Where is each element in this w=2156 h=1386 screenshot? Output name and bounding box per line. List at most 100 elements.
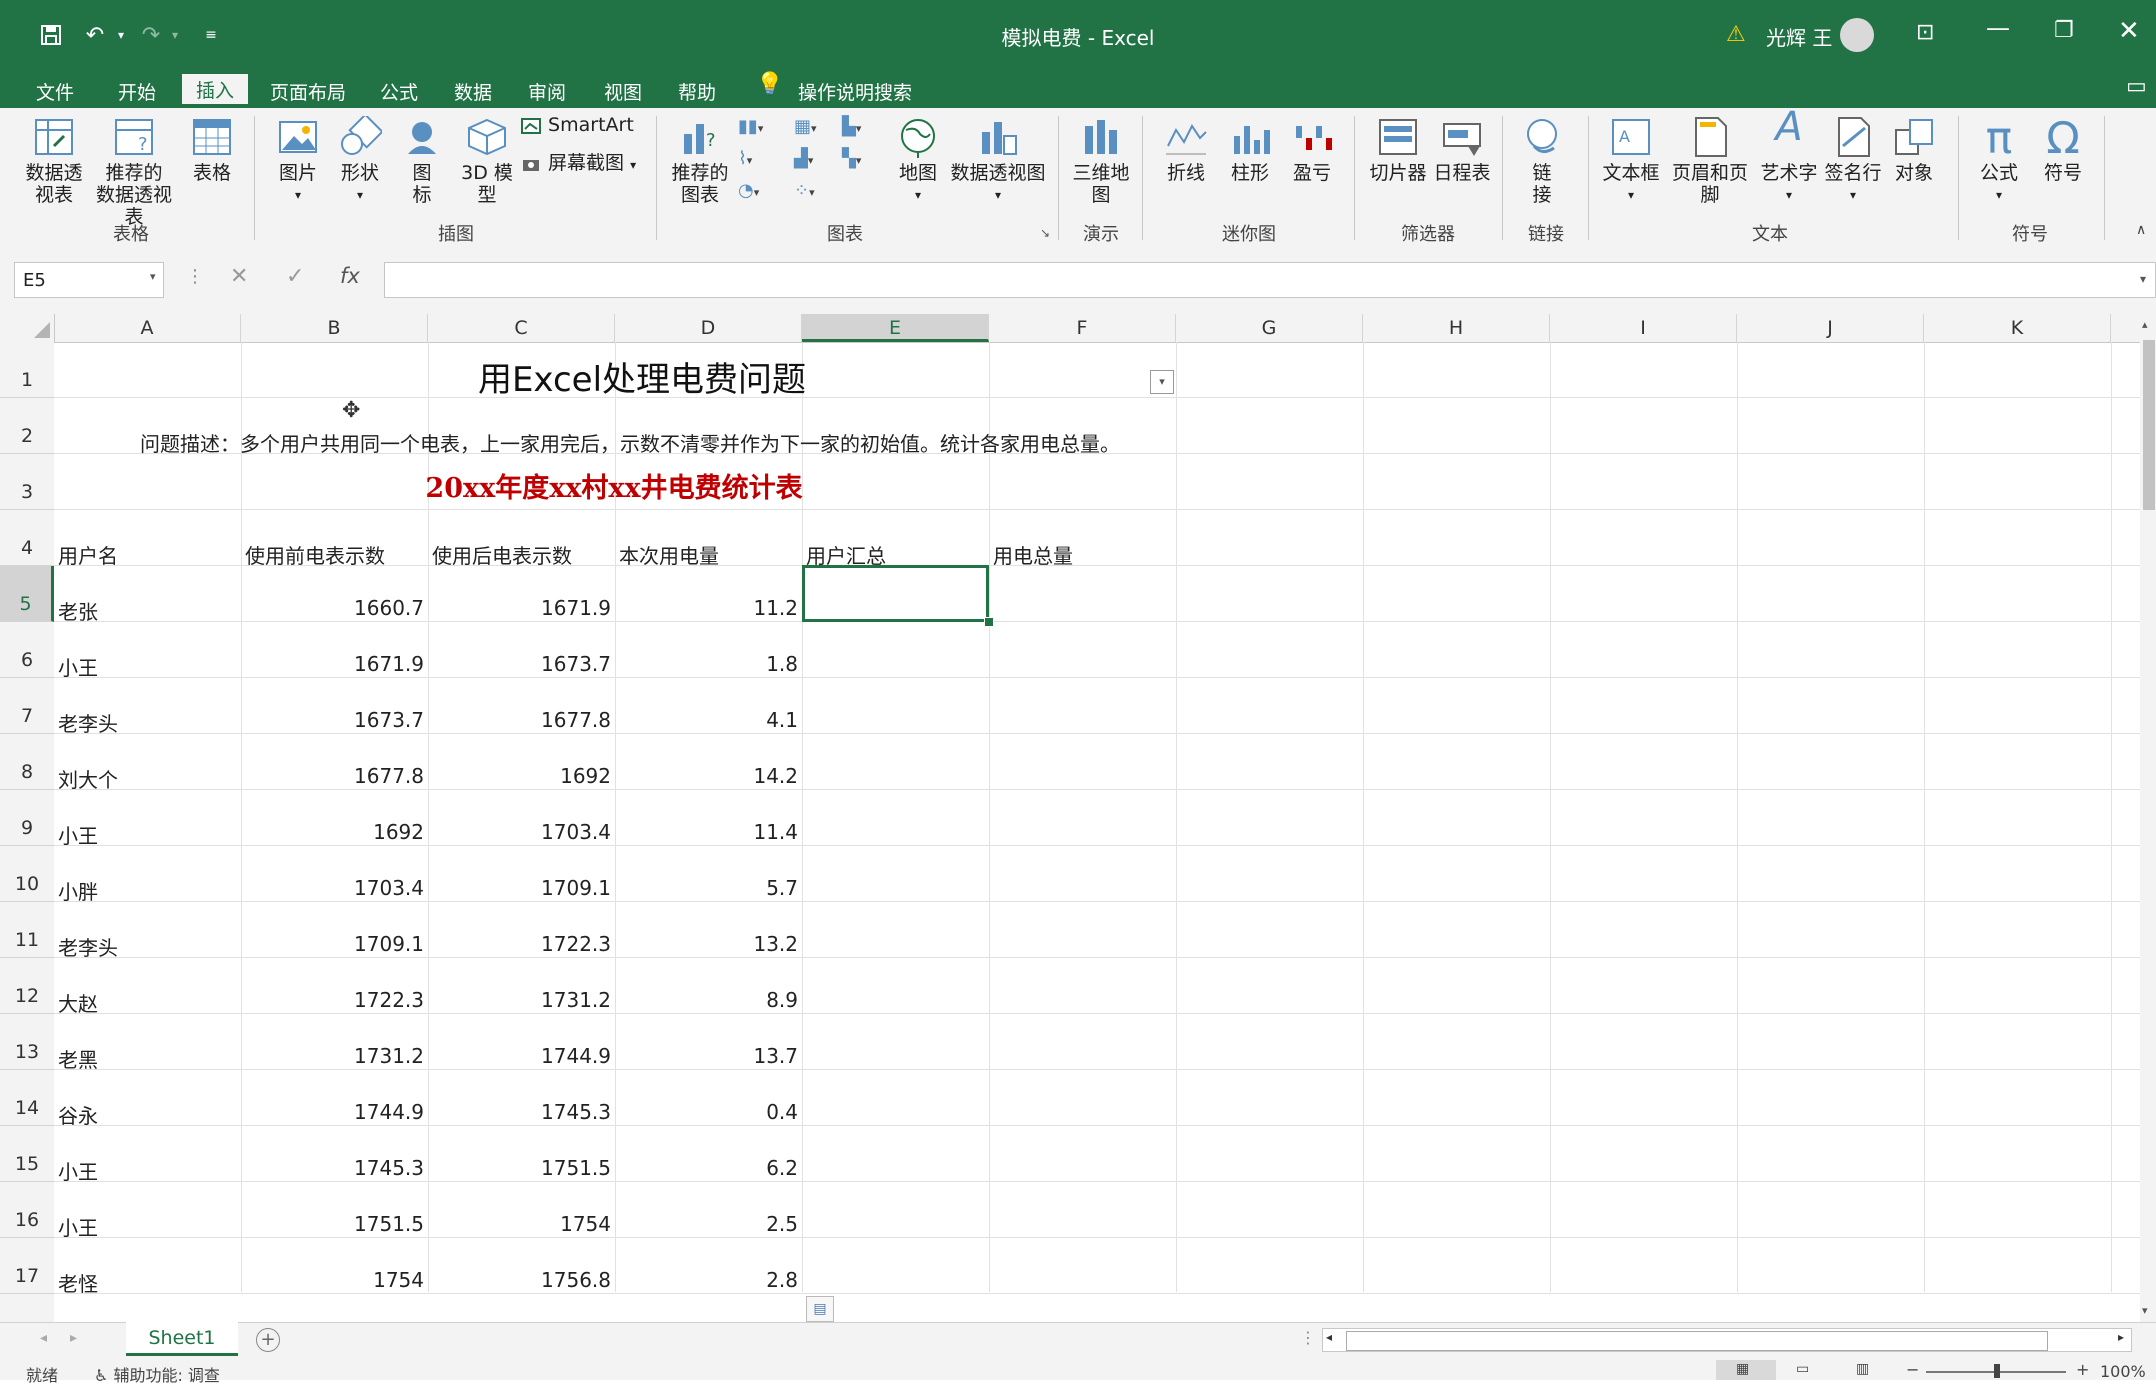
zoom-slider-thumb[interactable] <box>1994 1364 2000 1378</box>
horizontal-scroll-thumb[interactable] <box>1346 1331 2048 1351</box>
pivot-chart-button[interactable]: 数据透视图 ▾ <box>950 116 1046 206</box>
shapes-button[interactable]: 形状 ▾ <box>334 116 386 206</box>
warning-icon[interactable]: ⚠ <box>1726 22 1746 47</box>
cell-meter-before[interactable]: 1671.9 <box>241 652 424 676</box>
formula-input[interactable] <box>384 262 2156 298</box>
prev-sheet-icon[interactable]: ◂ <box>40 1330 47 1346</box>
fill-handle[interactable] <box>984 617 994 627</box>
row-header-14[interactable]: 14 <box>0 1070 54 1126</box>
cell-user[interactable]: 老张 <box>58 596 98 625</box>
column-header-e[interactable]: E <box>802 314 989 342</box>
cell-user[interactable]: 老怪 <box>58 1268 98 1297</box>
cell-usage[interactable]: 6.2 <box>615 1156 798 1180</box>
icons-button[interactable]: 图 标 <box>396 116 448 206</box>
timeline-button[interactable]: 日程表 <box>1430 116 1494 184</box>
row-header-9[interactable]: 9 <box>0 790 54 846</box>
row-header-5[interactable]: 5 <box>0 566 54 622</box>
row-header-12[interactable]: 12 <box>0 958 54 1014</box>
row-header-2[interactable]: 2 <box>0 398 54 454</box>
name-box[interactable]: E5 <box>14 262 164 298</box>
cell-usage[interactable]: 4.1 <box>615 708 798 732</box>
column-header-b[interactable]: B <box>241 314 428 342</box>
row-header-7[interactable]: 7 <box>0 678 54 734</box>
textbox-button[interactable]: A 文本框 ▾ <box>1602 116 1660 206</box>
cell-meter-after[interactable]: 1756.8 <box>428 1268 611 1292</box>
charts-dialog-launcher-icon[interactable]: ↘ <box>1040 226 1050 240</box>
autofilter-dropdown-icon[interactable]: ▾ <box>1150 370 1174 394</box>
cell-user[interactable]: 刘大个 <box>58 764 118 793</box>
cell-user[interactable]: 小胖 <box>58 876 98 905</box>
tab-home[interactable]: 开始 <box>104 78 170 108</box>
cell-meter-after[interactable]: 1744.9 <box>428 1044 611 1068</box>
cell-usage[interactable]: 13.7 <box>615 1044 798 1068</box>
user-name[interactable]: 光辉 王 <box>1766 22 1832 51</box>
select-all-button[interactable] <box>0 314 55 342</box>
cancel-entry-icon[interactable]: ✕ <box>230 264 248 289</box>
signature-line-button[interactable]: 签名行 ▾ <box>1822 116 1884 206</box>
page-layout-view-icon[interactable]: ▭ <box>1796 1361 1809 1377</box>
tab-view[interactable]: 视图 <box>590 78 656 108</box>
problem-description[interactable]: 问题描述：多个用户共用同一个电表，上一家用完后，示数不清零并作为下一家的初始值。… <box>54 428 1206 457</box>
scroll-right-icon[interactable]: ▸ <box>2118 1330 2124 1344</box>
cell-meter-after[interactable]: 1677.8 <box>428 708 611 732</box>
next-sheet-icon[interactable]: ▸ <box>70 1330 77 1346</box>
zoom-out-icon[interactable]: − <box>1906 1360 1919 1379</box>
cell-usage[interactable]: 5.7 <box>615 876 798 900</box>
sparkline-winloss-button[interactable]: 盈亏 <box>1286 116 1338 184</box>
cell-user[interactable]: 小王 <box>58 652 98 681</box>
cell-user[interactable]: 小王 <box>58 1212 98 1241</box>
cell-meter-after[interactable]: 1731.2 <box>428 988 611 1012</box>
tab-file[interactable]: 文件 <box>22 78 88 108</box>
scroll-up-icon[interactable]: ▴ <box>2142 318 2148 331</box>
accessibility-status[interactable]: ♿ 辅助功能: 调查 <box>94 1362 220 1386</box>
tab-page-layout[interactable]: 页面布局 <box>256 78 360 108</box>
row-header-16[interactable]: 16 <box>0 1182 54 1238</box>
insert-function-icon[interactable]: fx <box>340 264 360 288</box>
cell-user[interactable]: 老李头 <box>58 932 118 961</box>
row-header-4[interactable]: 4 <box>0 510 54 566</box>
cell-usage[interactable]: 2.5 <box>615 1212 798 1236</box>
header-meter-before[interactable]: 使用前电表示数 <box>245 540 385 569</box>
maps-button[interactable]: 地图 ▾ <box>892 116 944 206</box>
hierarchy-chart-button[interactable]: ▦▾ <box>794 116 817 137</box>
minimize-icon[interactable]: — <box>1986 14 2010 42</box>
column-header-a[interactable]: A <box>54 314 241 342</box>
cell-meter-before[interactable]: 1660.7 <box>241 596 424 620</box>
row-header-1[interactable]: 1 <box>0 342 54 398</box>
link-button[interactable]: 链 接 <box>1516 116 1568 206</box>
cell-meter-after[interactable]: 1709.1 <box>428 876 611 900</box>
cell-usage[interactable]: 11.4 <box>615 820 798 844</box>
pivot-table-button[interactable]: 数据透 视表 <box>18 116 90 206</box>
scroll-down-icon[interactable]: ▾ <box>2142 1304 2148 1317</box>
column-header-f[interactable]: F <box>989 314 1176 342</box>
cell-meter-after[interactable]: 1692 <box>428 764 611 788</box>
avatar[interactable] <box>1840 18 1874 52</box>
object-button[interactable]: 对象 <box>1886 116 1942 184</box>
ribbon-display-icon[interactable]: ⊡ <box>1916 20 1934 45</box>
cell-meter-before[interactable]: 1731.2 <box>241 1044 424 1068</box>
header-total-usage[interactable]: 用电总量 <box>993 540 1073 569</box>
zoom-in-icon[interactable]: + <box>2076 1360 2089 1379</box>
combo-chart-button[interactable]: ▚▾ <box>842 148 861 169</box>
row-header-13[interactable]: 13 <box>0 1014 54 1070</box>
cell-meter-after[interactable]: 1703.4 <box>428 820 611 844</box>
table-button[interactable]: 表格 <box>186 116 238 184</box>
sheet-tab-sheet1[interactable]: Sheet1 <box>126 1322 238 1356</box>
tab-review[interactable]: 审阅 <box>514 78 580 108</box>
row-header-8[interactable]: 8 <box>0 734 54 790</box>
header-usage[interactable]: 本次用电量 <box>619 540 719 569</box>
column-header-i[interactable]: I <box>1550 314 1737 342</box>
cell-meter-after[interactable]: 1754 <box>428 1212 611 1236</box>
cell-meter-before[interactable]: 1745.3 <box>241 1156 424 1180</box>
header-footer-button[interactable]: 页眉和页脚 <box>1664 116 1756 206</box>
column-header-c[interactable]: C <box>428 314 615 342</box>
cell-usage[interactable]: 14.2 <box>615 764 798 788</box>
active-cell-e5[interactable] <box>802 565 989 622</box>
add-sheet-icon[interactable]: + <box>256 1328 280 1352</box>
cell-meter-after[interactable]: 1673.7 <box>428 652 611 676</box>
row-header-17[interactable]: 17 <box>0 1238 54 1294</box>
row-header-3[interactable]: 3 <box>0 454 54 510</box>
tab-help[interactable]: 帮助 <box>664 78 730 108</box>
cell-meter-before[interactable]: 1744.9 <box>241 1100 424 1124</box>
pie-chart-button[interactable]: ◔▾ <box>738 180 759 201</box>
